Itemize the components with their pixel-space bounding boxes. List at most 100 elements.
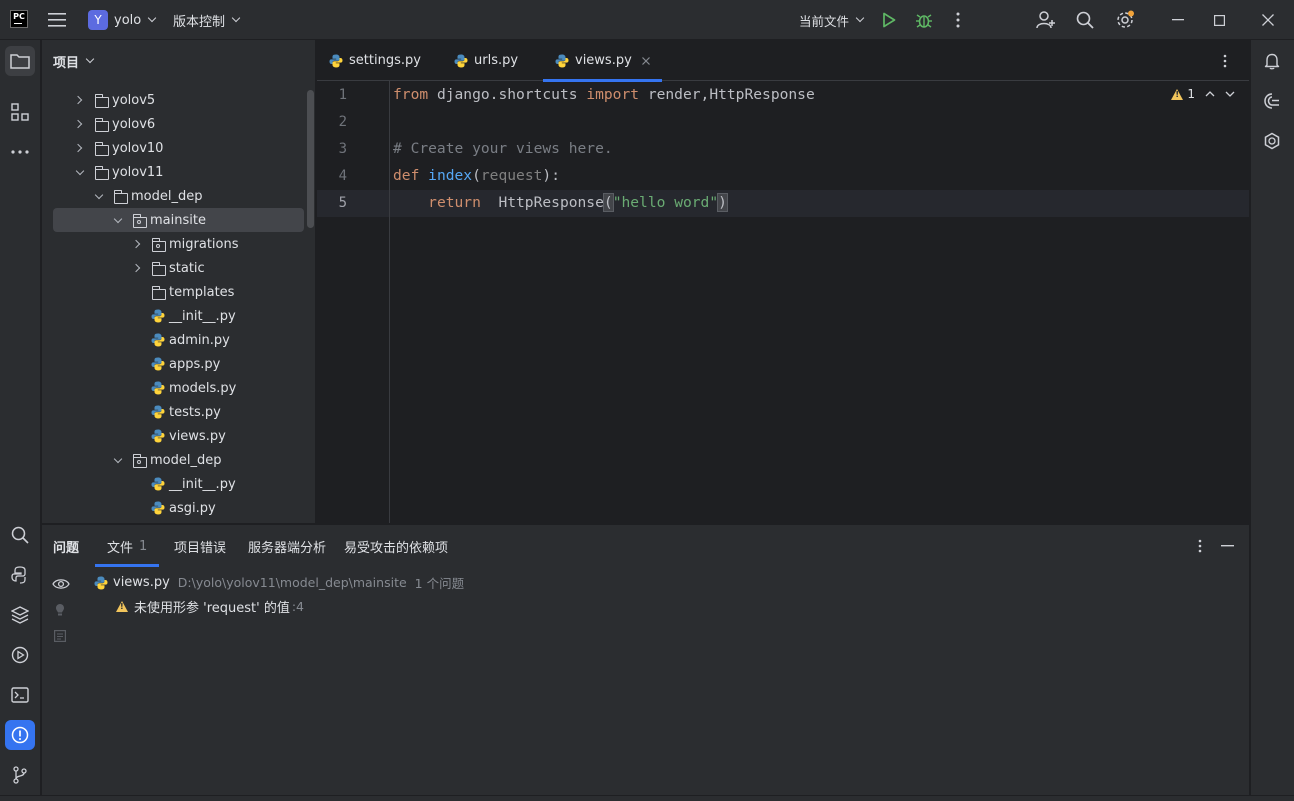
tree-item-static[interactable]: static [42,256,315,280]
problem-line-ref: :4 [291,599,305,614]
preview-icon[interactable] [54,630,66,642]
problem-file-row[interactable]: views.py D:\yolo\yolov11\model_dep\mains… [94,573,464,592]
debug-button[interactable] [915,0,933,40]
tree-item-models-py[interactable]: models.py [42,376,315,400]
search-everywhere-button[interactable] [1076,0,1094,40]
tree-item-mainsite[interactable]: mainsite [53,208,304,232]
hide-panel-button[interactable] [1221,525,1234,567]
find-tool-button[interactable] [5,520,35,550]
chevron-down-icon [75,166,85,175]
git-tool-button[interactable] [5,760,35,790]
python-console-button[interactable] [5,560,35,590]
hamburger-menu-icon [48,13,66,27]
tab-current-file[interactable]: 文件 1 [95,525,160,567]
status-bar [0,795,1294,801]
lightbulb-icon[interactable] [55,603,65,617]
tree-item-tests-py[interactable]: tests.py [42,400,315,424]
problem-file-path: D:\yolo\yolov11\model_dep\mainsite [177,575,407,590]
close-tab-icon[interactable] [641,56,650,65]
tab-vulnerable-dependencies[interactable]: 易受攻击的依赖项 [344,525,448,567]
tree-item-asgi-py[interactable]: asgi.py [42,496,315,520]
maximize-button[interactable] [1199,0,1239,40]
more-tools-button[interactable] [5,137,35,167]
warning-icon [116,601,128,612]
inspection-widget[interactable]: 1 [1171,87,1235,101]
tab-views-py[interactable]: views.py [543,40,662,82]
minimize-button[interactable] [1158,0,1198,40]
tab-options-button[interactable] [1223,40,1227,81]
tab-urls-py[interactable]: urls.py [454,40,518,81]
minimize-icon [1172,19,1184,21]
git-branch-icon [13,766,27,784]
tree-item-init-py[interactable]: __init__.py [42,472,315,496]
tab-server-side-analysis[interactable]: 服务器端分析 [248,525,326,567]
warning-counter[interactable]: 1 [1171,87,1195,101]
chevron-down-icon [231,13,241,23]
python-file-icon [151,309,165,323]
python-packages-button[interactable] [5,600,35,630]
services-tool-button[interactable] [5,640,35,670]
tree-item-admin-py[interactable]: admin.py [42,328,315,352]
python-file-icon [151,477,165,491]
chevron-right-icon [73,119,83,129]
code-line-5[interactable]: return HttpResponse("hello word") [393,193,728,212]
tree-item-yolov5[interactable]: yolov5 [42,88,315,112]
problems-tool-button[interactable] [5,720,35,750]
code-line-4[interactable]: def index(request): [393,167,560,184]
package-folder-icon [132,454,147,468]
terminal-tool-button[interactable] [5,680,35,710]
package-folder-icon [151,238,166,252]
debug-icon [916,14,932,28]
problem-item[interactable]: 未使用形参 'request' 的值 :4 [116,597,304,616]
title-bar: PC Y yolo 版本控制 当前文件 [0,0,1294,40]
tree-item-templates[interactable]: templates [42,280,315,304]
tab-project-errors[interactable]: 项目错误 [174,525,226,567]
code-with-me-button[interactable] [1036,0,1056,40]
chevron-right-icon [131,263,141,273]
chevron-down-icon [113,454,123,463]
panel-options-button[interactable] [1198,525,1202,567]
more-actions-button[interactable] [955,0,961,40]
tree-item-migrations[interactable]: migrations [42,232,315,256]
structure-tool-button[interactable] [5,97,35,127]
tree-item-model-dep-inner[interactable]: model_dep [42,448,315,472]
vcs-menu[interactable]: 版本控制 [173,0,241,40]
tree-item-yolov10[interactable]: yolov10 [42,136,315,160]
python-file-icon [151,405,165,419]
more-horizontal-icon [11,150,29,154]
project-panel-header[interactable]: 项目 [42,40,315,82]
tab-settings-py[interactable]: settings.py [329,40,421,81]
chevron-down-icon[interactable] [1225,91,1235,97]
run-config-selector[interactable]: 当前文件 [799,0,865,40]
left-tool-window-bar [0,40,41,795]
project-switcher[interactable]: Y yolo [88,0,157,40]
settings-button[interactable] [1115,0,1135,40]
code-line-1[interactable]: from django.shortcuts import render,Http… [393,86,815,103]
close-icon [1262,14,1274,26]
ai-assistant-icon [1264,93,1279,109]
run-button[interactable] [882,0,896,40]
tree-item-init-py[interactable]: __init__.py [42,304,315,328]
code-editor: settings.py urls.py views.py 1 2 3 4 5 f… [317,40,1249,523]
tab-label: settings.py [349,53,421,68]
close-window-button[interactable] [1248,0,1288,40]
vcs-label: 版本控制 [173,14,226,30]
pycharm-logo-icon: PC [10,10,28,28]
tree-item-model-dep[interactable]: model_dep [42,184,315,208]
folder-icon [94,94,109,108]
problem-file-name: views.py [113,575,170,590]
ai-assistant-button[interactable] [1257,86,1287,116]
minimize-icon [1221,545,1234,547]
main-menu-button[interactable] [48,0,66,40]
tree-item-yolov6[interactable]: yolov6 [42,112,315,136]
project-tree-scrollbar[interactable] [307,90,314,228]
copilot-button[interactable] [1257,126,1287,156]
code-line-3[interactable]: # Create your views here. [393,140,613,157]
tree-item-apps-py[interactable]: apps.py [42,352,315,376]
tree-item-views-py[interactable]: views.py [42,424,315,448]
eye-icon[interactable] [52,578,70,590]
project-tool-button[interactable] [5,46,35,76]
notifications-button[interactable] [1257,46,1287,76]
tree-item-yolov11[interactable]: yolov11 [42,160,315,184]
chevron-up-icon[interactable] [1205,91,1215,97]
